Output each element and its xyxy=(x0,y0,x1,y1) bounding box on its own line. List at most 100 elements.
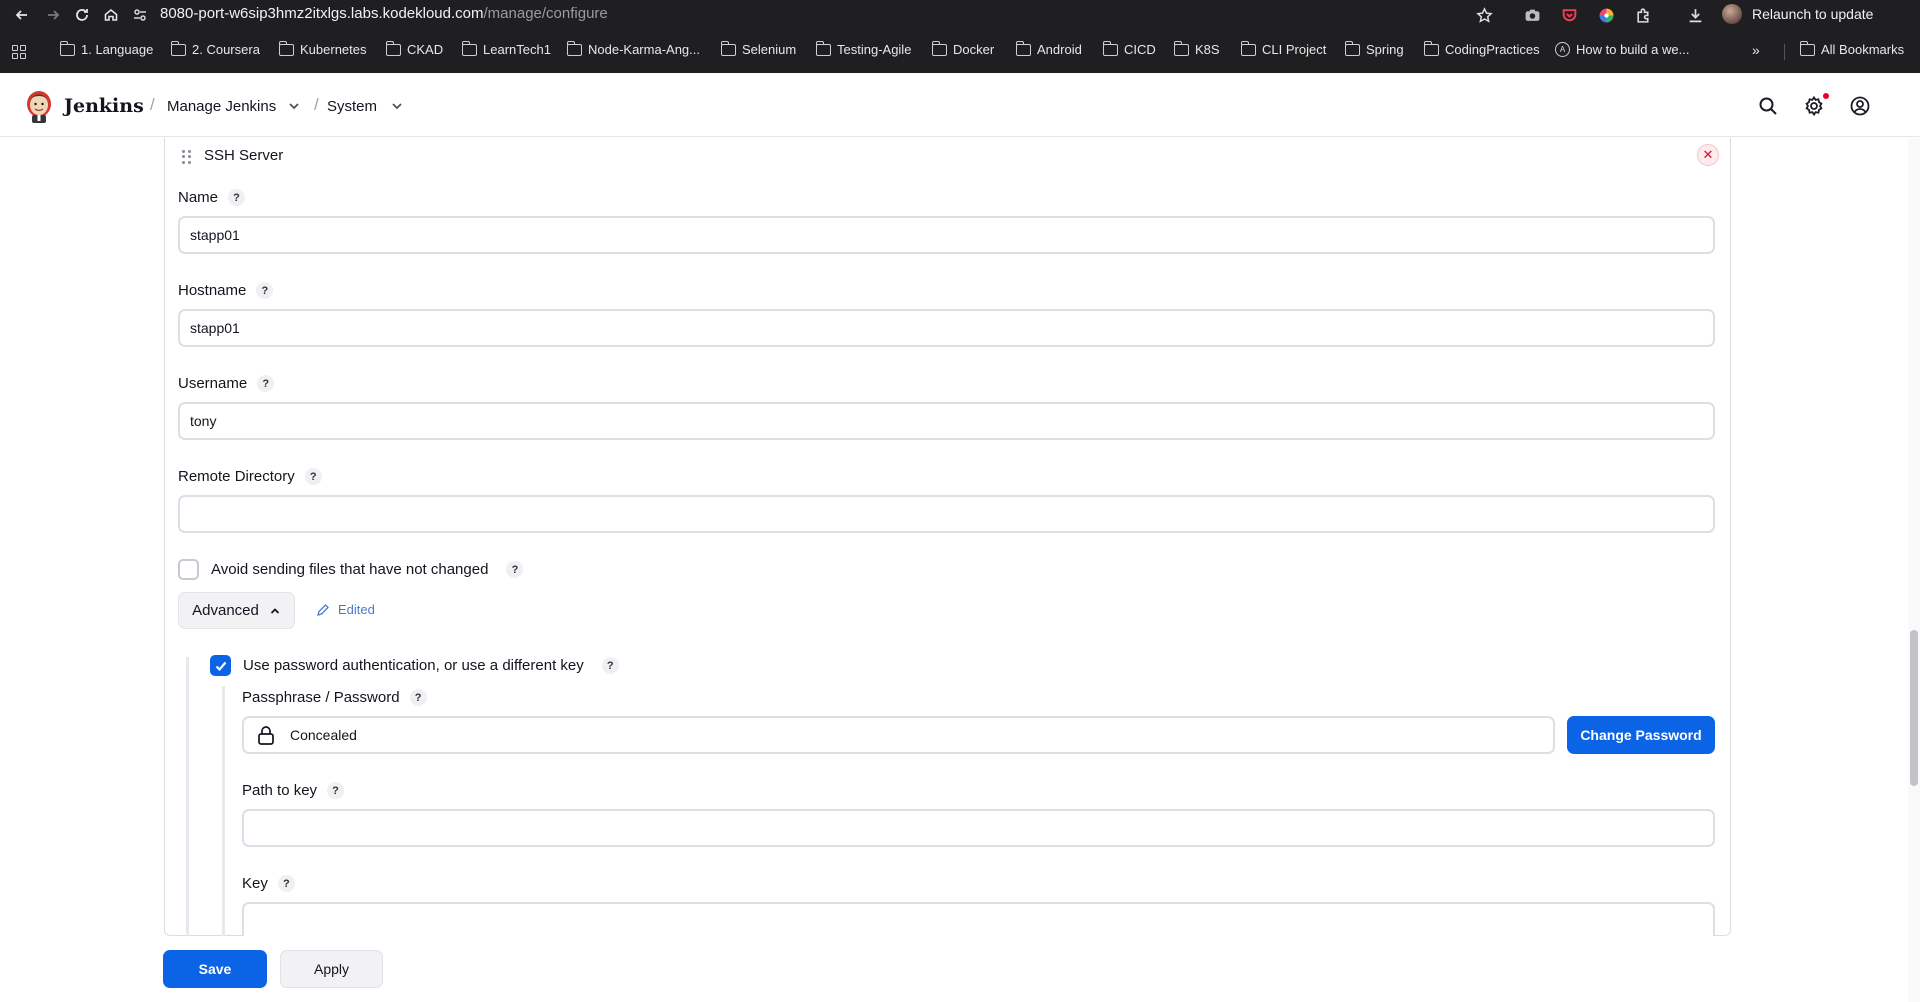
bookmark-folder[interactable]: Spring xyxy=(1344,40,1404,57)
help-icon[interactable]: ? xyxy=(277,875,295,892)
hostname-input[interactable] xyxy=(178,309,1715,347)
bookmark-folder[interactable]: 2. Coursera xyxy=(170,40,260,57)
bookmarks-divider xyxy=(1784,44,1785,60)
folder-icon xyxy=(278,40,294,56)
all-bookmarks-folder[interactable]: All Bookmarks xyxy=(1799,40,1904,57)
relaunch-button[interactable]: Relaunch to update xyxy=(1752,6,1873,22)
folder-icon xyxy=(720,40,736,56)
folder-icon xyxy=(566,40,582,56)
key-textarea[interactable] xyxy=(242,902,1715,936)
reload-icon[interactable] xyxy=(70,3,94,27)
bookmark-folder[interactable]: CKAD xyxy=(385,40,443,57)
checkmark-icon xyxy=(215,661,226,671)
bookmark-folder[interactable]: CICD xyxy=(1102,40,1156,57)
folder-icon xyxy=(815,40,831,56)
bookmark-folder[interactable]: Android xyxy=(1015,40,1082,57)
bookmark-folder[interactable]: Node-Karma-Ang... xyxy=(566,40,700,57)
bookmark-folder[interactable]: LearnTech1 xyxy=(461,40,551,57)
name-label: Name ? xyxy=(178,189,246,206)
address-bar[interactable]: 8080-port-w6sip3hmz2itxlgs.labs.kodeklou… xyxy=(160,5,608,22)
chevron-down-icon[interactable] xyxy=(286,98,302,114)
apps-grid-icon[interactable] xyxy=(12,45,26,59)
notification-dot xyxy=(1823,93,1829,99)
url-path: /manage/configure xyxy=(483,5,608,22)
bookmark-folder[interactable]: 1. Language xyxy=(59,40,153,57)
hostname-label: Hostname ? xyxy=(178,282,274,299)
camera-icon[interactable] xyxy=(1522,5,1542,25)
breadcrumb-manage-jenkins[interactable]: Manage Jenkins xyxy=(167,98,276,115)
bookmark-link[interactable]: A How to build a we... xyxy=(1555,42,1689,57)
help-icon[interactable]: ? xyxy=(601,657,619,674)
bookmark-folder[interactable]: K8S xyxy=(1173,40,1220,57)
pocket-icon[interactable] xyxy=(1559,5,1579,25)
help-icon[interactable]: ? xyxy=(257,375,275,392)
help-icon[interactable]: ? xyxy=(304,468,322,485)
bookmark-folder[interactable]: Testing-Agile xyxy=(815,40,911,57)
forward-arrow-icon[interactable] xyxy=(41,3,65,27)
help-icon[interactable]: ? xyxy=(327,782,345,799)
bookmark-folder[interactable]: Docker xyxy=(931,40,994,57)
advanced-section-rail xyxy=(186,657,189,936)
avoid-sending-option[interactable]: Avoid sending files that have not change… xyxy=(178,559,524,580)
avoid-sending-checkbox[interactable] xyxy=(178,559,199,580)
star-bookmark-icon[interactable] xyxy=(1474,5,1494,25)
breadcrumb-separator: / xyxy=(314,95,319,114)
help-icon[interactable]: ? xyxy=(256,282,274,299)
chevron-up-icon xyxy=(270,607,279,614)
folder-icon xyxy=(1015,40,1031,56)
ai-site-icon: A xyxy=(1555,42,1570,57)
breadcrumb-separator: / xyxy=(150,95,155,114)
help-icon[interactable]: ? xyxy=(506,561,524,578)
scrollbar-thumb[interactable] xyxy=(1910,630,1918,786)
folder-icon xyxy=(461,40,477,56)
remote-directory-input[interactable] xyxy=(178,495,1715,533)
folder-icon xyxy=(1240,40,1256,56)
folder-icon xyxy=(59,40,75,56)
bookmark-folder[interactable]: Selenium xyxy=(720,40,796,57)
jenkins-logo-icon[interactable] xyxy=(24,88,54,124)
extensions-puzzle-icon[interactable] xyxy=(1633,5,1653,25)
password-section-rail xyxy=(222,686,225,936)
site-settings-icon[interactable] xyxy=(132,7,148,23)
profile-avatar[interactable] xyxy=(1722,4,1742,24)
use-password-option[interactable]: Use password authentication, or use a di… xyxy=(210,655,619,676)
breadcrumb-system[interactable]: System xyxy=(327,98,377,115)
folder-icon xyxy=(1102,40,1118,56)
page-scrollbar[interactable] xyxy=(1908,138,1920,1002)
advanced-toggle-button[interactable]: Advanced xyxy=(178,592,295,629)
help-icon[interactable]: ? xyxy=(409,689,427,706)
passphrase-label: Passphrase / Password ? xyxy=(242,689,427,706)
name-input[interactable] xyxy=(178,216,1715,254)
save-button[interactable]: Save xyxy=(163,950,267,988)
bookmark-folder[interactable]: CodingPractices xyxy=(1423,40,1540,57)
pencil-icon xyxy=(317,603,329,616)
bookmark-folder[interactable]: CLI Project xyxy=(1240,40,1326,57)
passphrase-field[interactable]: Concealed xyxy=(242,716,1555,754)
remote-directory-label: Remote Directory ? xyxy=(178,468,322,485)
download-icon[interactable] xyxy=(1685,5,1705,25)
change-password-button[interactable]: Change Password xyxy=(1567,716,1715,754)
home-icon[interactable] xyxy=(99,3,123,27)
username-input[interactable] xyxy=(178,402,1715,440)
jenkins-brand[interactable]: Jenkins xyxy=(64,95,144,117)
apply-button[interactable]: Apply xyxy=(280,950,383,988)
chevron-down-icon[interactable] xyxy=(389,98,405,114)
gear-icon[interactable] xyxy=(1803,95,1827,119)
url-host: 8080-port-w6sip3hmz2itxlgs.labs.kodeklou… xyxy=(160,5,484,22)
back-arrow-icon[interactable] xyxy=(10,3,34,27)
ssh-server-title: SSH Server xyxy=(204,147,284,164)
use-password-checkbox[interactable] xyxy=(210,655,231,676)
key-label: Key ? xyxy=(242,875,295,892)
help-icon[interactable]: ? xyxy=(228,189,246,206)
path-to-key-input[interactable] xyxy=(242,809,1715,847)
search-icon[interactable] xyxy=(1757,95,1781,119)
edited-indicator: Edited xyxy=(316,602,375,617)
user-icon[interactable] xyxy=(1849,95,1873,119)
bookmark-folder[interactable]: Kubernetes xyxy=(278,40,367,57)
folder-icon xyxy=(1799,40,1815,56)
drag-handle-icon[interactable] xyxy=(182,150,192,164)
username-label: Username ? xyxy=(178,375,275,392)
color-wheel-icon[interactable] xyxy=(1596,5,1616,25)
delete-close-icon[interactable]: ✕ xyxy=(1697,144,1719,166)
bookmarks-overflow-button[interactable]: » xyxy=(1752,42,1760,58)
